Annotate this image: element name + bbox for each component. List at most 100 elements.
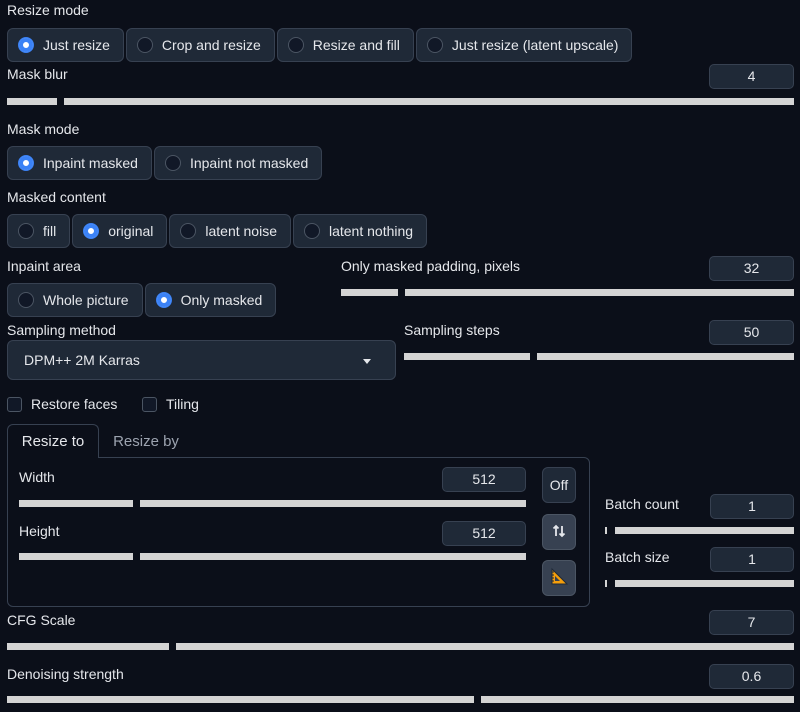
radio-just-resize-latent[interactable]: Just resize (latent upscale) bbox=[415, 28, 633, 62]
masked-content-group: fill original latent noise latent nothin… bbox=[7, 214, 428, 248]
slider-track-rest bbox=[176, 643, 794, 650]
radio-dot bbox=[426, 37, 443, 53]
radio-label: Inpaint masked bbox=[43, 155, 138, 171]
height-slider[interactable] bbox=[19, 553, 526, 560]
slider-track-filled bbox=[341, 289, 398, 296]
radio-only-masked[interactable]: Only masked bbox=[144, 283, 277, 317]
sampling-steps-label: Sampling steps bbox=[404, 322, 500, 338]
radio-label: latent noise bbox=[205, 223, 277, 239]
sampling-method-dropdown[interactable]: DPM++ 2M Karras bbox=[7, 340, 396, 380]
slider-track-rest bbox=[615, 527, 794, 534]
width-label: Width bbox=[19, 469, 55, 485]
swap-vertical-icon bbox=[551, 523, 567, 542]
cfg-scale-label: CFG Scale bbox=[7, 612, 76, 628]
triangle-ruler-icon bbox=[549, 567, 569, 590]
radio-original[interactable]: original bbox=[72, 214, 168, 248]
resize-mode-group: Just resize Crop and resize Resize and f… bbox=[7, 28, 633, 62]
mask-blur-input[interactable]: 4 bbox=[709, 64, 794, 89]
radio-latent-nothing[interactable]: latent nothing bbox=[292, 214, 428, 248]
radio-dot bbox=[287, 37, 304, 53]
cfg-scale-slider[interactable] bbox=[7, 643, 794, 650]
radio-crop-and-resize[interactable]: Crop and resize bbox=[125, 28, 275, 62]
slider-track-filled bbox=[19, 553, 133, 560]
batch-size-label: Batch size bbox=[605, 549, 670, 565]
radio-label: Whole picture bbox=[43, 292, 129, 308]
slider-track-rest bbox=[405, 289, 794, 296]
radio-dot bbox=[18, 223, 34, 239]
radio-dot bbox=[303, 223, 320, 239]
sampling-steps-slider[interactable] bbox=[404, 353, 794, 360]
radio-label: Resize and fill bbox=[312, 37, 400, 53]
batch-size-slider[interactable] bbox=[605, 580, 794, 587]
sampling-method-value: DPM++ 2M Karras bbox=[24, 352, 140, 368]
checkbox-box bbox=[142, 396, 157, 412]
mask-mode-label: Mask mode bbox=[7, 121, 80, 137]
slider-track-filled bbox=[19, 500, 133, 507]
padding-label: Only masked padding, pixels bbox=[341, 258, 520, 274]
width-slider[interactable] bbox=[19, 500, 526, 507]
slider-track-rest bbox=[481, 696, 794, 703]
checkbox-label: Tiling bbox=[166, 396, 199, 412]
radio-whole-picture[interactable]: Whole picture bbox=[7, 283, 143, 317]
radio-label: original bbox=[108, 223, 154, 239]
radio-just-resize[interactable]: Just resize bbox=[7, 28, 124, 62]
cfg-scale-input[interactable]: 7 bbox=[709, 610, 794, 635]
radio-dot bbox=[18, 155, 34, 171]
batch-count-slider[interactable] bbox=[605, 527, 794, 534]
tab-resize-by[interactable]: Resize by bbox=[100, 424, 192, 458]
denoising-strength-input[interactable]: 0.6 bbox=[709, 664, 794, 689]
batch-count-input[interactable]: 1 bbox=[710, 494, 794, 519]
sampling-method-label: Sampling method bbox=[7, 322, 116, 338]
swap-dimensions-button[interactable] bbox=[542, 514, 576, 550]
slider-track-rest bbox=[615, 580, 794, 587]
radio-dot bbox=[155, 292, 172, 308]
radio-latent-noise[interactable]: latent noise bbox=[169, 214, 291, 248]
radio-label: Inpaint not masked bbox=[189, 155, 309, 171]
radio-label: Crop and resize bbox=[161, 37, 261, 53]
radio-dot bbox=[83, 223, 100, 239]
off-label: Off bbox=[549, 477, 569, 493]
slider-track-filled bbox=[404, 353, 530, 360]
tab-resize-to[interactable]: Resize to bbox=[7, 424, 99, 458]
radio-label: fill bbox=[43, 223, 57, 239]
radio-dot bbox=[180, 223, 197, 239]
radio-label: Only masked bbox=[180, 292, 263, 308]
slider-track-rest bbox=[537, 353, 794, 360]
slider-track-rest bbox=[140, 553, 526, 560]
radio-fill[interactable]: fill bbox=[7, 214, 71, 248]
radio-dot bbox=[136, 37, 153, 53]
checkbox-label: Restore faces bbox=[31, 396, 118, 412]
height-input[interactable]: 512 bbox=[442, 521, 526, 546]
batch-size-input[interactable]: 1 bbox=[710, 547, 794, 572]
slider-track-rest bbox=[140, 500, 526, 507]
denoising-strength-label: Denoising strength bbox=[7, 666, 124, 682]
inpaint-area-group: Whole picture Only masked bbox=[7, 283, 277, 317]
tiling-checkbox[interactable]: Tiling bbox=[142, 396, 199, 412]
denoising-strength-slider[interactable] bbox=[7, 696, 794, 703]
resize-mode-label: Resize mode bbox=[7, 2, 89, 18]
sampling-steps-input[interactable]: 50 bbox=[709, 320, 794, 345]
checkbox-box bbox=[7, 396, 22, 412]
radio-label: latent nothing bbox=[328, 223, 414, 239]
radio-dot bbox=[164, 155, 181, 171]
height-label: Height bbox=[19, 523, 60, 539]
radio-inpaint-not-masked[interactable]: Inpaint not masked bbox=[153, 146, 323, 180]
slider-track-rest bbox=[64, 98, 794, 105]
radio-dot bbox=[18, 292, 34, 308]
padding-input[interactable]: 32 bbox=[709, 256, 794, 281]
off-button[interactable]: Off bbox=[542, 467, 576, 503]
radio-label: Just resize (latent upscale) bbox=[451, 37, 619, 53]
aspect-ratio-button[interactable] bbox=[542, 560, 576, 596]
radio-inpaint-masked[interactable]: Inpaint masked bbox=[7, 146, 152, 180]
restore-faces-checkbox[interactable]: Restore faces bbox=[7, 396, 117, 412]
mask-blur-slider[interactable] bbox=[7, 98, 794, 105]
mask-mode-group: Inpaint masked Inpaint not masked bbox=[7, 146, 323, 180]
width-input[interactable]: 512 bbox=[442, 467, 526, 492]
mask-blur-label: Mask blur bbox=[7, 66, 68, 82]
slider-track-filled bbox=[7, 696, 474, 703]
slider-track-filled bbox=[605, 580, 607, 587]
padding-slider[interactable] bbox=[341, 289, 794, 296]
radio-dot bbox=[18, 37, 34, 53]
inpaint-area-label: Inpaint area bbox=[7, 258, 81, 274]
radio-resize-and-fill[interactable]: Resize and fill bbox=[276, 28, 414, 62]
